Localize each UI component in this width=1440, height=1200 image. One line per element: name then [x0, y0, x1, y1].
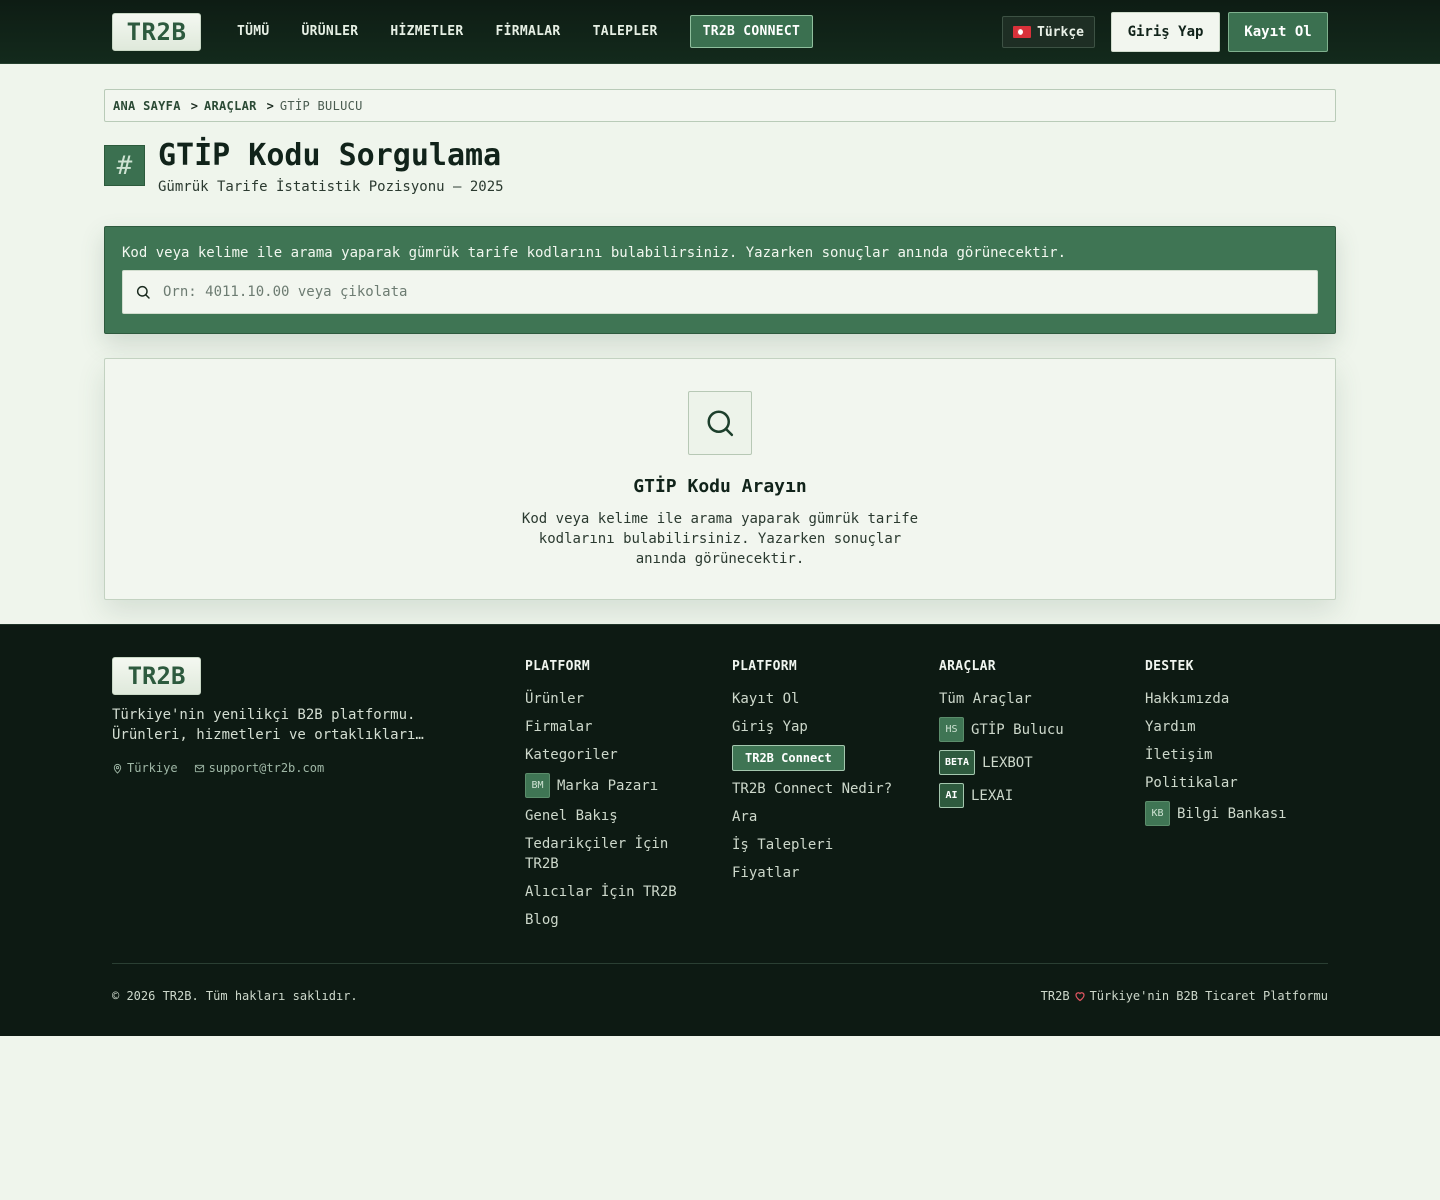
top-header: TR2B TÜMÜ ÜRÜNLER HİZMETLER FİRMALAR TAL…: [0, 0, 1440, 64]
footer-link-brand-market[interactable]: BM Marka Pazarı: [525, 773, 705, 798]
login-button[interactable]: Giriş Yap: [1111, 12, 1220, 52]
footer-link-about[interactable]: Hakkımızda: [1145, 689, 1328, 709]
footer-location: Türkiye: [112, 761, 178, 775]
tagline-text: Türkiye'nin B2B Ticaret Platformu: [1089, 989, 1328, 1003]
footer-link-connect[interactable]: TR2B Connect: [732, 745, 922, 771]
breadcrumb-current: GTİP BULUCU: [279, 98, 363, 113]
hash-icon: #: [104, 145, 145, 186]
main-nav: TÜMÜ ÜRÜNLER HİZMETLER FİRMALAR TALEPLER…: [237, 15, 814, 48]
search-panel: Kod veya kelime ile arama yaparak gümrük…: [104, 226, 1336, 334]
footer-col-platform: PLATFORM Ürünler Firmalar Kategoriler BM…: [525, 659, 705, 938]
footer-link-help[interactable]: Yardım: [1145, 717, 1328, 737]
footer-col-heading: PLATFORM: [525, 659, 591, 674]
language-label: Türkçe: [1037, 24, 1084, 40]
footer-col-support: DESTEK Hakkımızda Yardım İletişim Politi…: [1145, 659, 1328, 834]
language-selector[interactable]: Türkçe: [1002, 16, 1095, 48]
tagline-brand: TR2B: [1040, 989, 1070, 1003]
search-box[interactable]: [122, 270, 1318, 314]
breadcrumb-home[interactable]: ANA SAYFA: [113, 99, 181, 113]
footer-link-gtip[interactable]: HS GTİP Bulucu: [939, 717, 1129, 742]
mail-icon: [194, 764, 204, 772]
empty-state-title: GTİP Kodu Arayın: [633, 476, 807, 497]
page-title-block: # GTİP Kodu Sorgulama Gümrük Tarife İsta…: [104, 138, 504, 195]
nav-item-requests[interactable]: TALEPLER: [593, 24, 658, 39]
footer-link-label: LEXAI: [971, 787, 1014, 804]
search-input[interactable]: [163, 284, 1263, 300]
footer-link-all-tools[interactable]: Tüm Araçlar: [939, 689, 1129, 709]
search-icon: [136, 285, 150, 299]
heart-icon: [1074, 992, 1085, 1002]
footer-link-companies[interactable]: Firmalar: [525, 717, 705, 737]
footer-link-register[interactable]: Kayıt Ol: [732, 689, 922, 709]
footer-link-job-requests[interactable]: İş Talepleri: [732, 835, 922, 855]
nav-item-services[interactable]: HİZMETLER: [390, 24, 463, 39]
breadcrumb-tools[interactable]: ARAÇLAR: [204, 99, 257, 113]
footer-col-heading: DESTEK: [1145, 659, 1194, 674]
empty-state-description: Kod veya kelime ile arama yaparak gümrük…: [521, 511, 919, 567]
header-actions: Türkçe Giriş Yap Kayıt Ol: [1002, 12, 1328, 52]
location-pin-icon: [113, 763, 122, 774]
footer-link-lexbot[interactable]: BETA LEXBOT: [939, 750, 1129, 775]
footer-link-contact[interactable]: İletişim: [1145, 745, 1328, 765]
turkey-flag-icon: [1013, 26, 1032, 38]
footer-about: Türkiye'nin yenilikçi B2B platformu. Ürü…: [112, 705, 442, 745]
connect-pill: TR2B Connect: [732, 745, 845, 771]
search-hint: Kod veya kelime ile arama yaparak gümrük…: [122, 245, 1067, 261]
footer-tagline: TR2B Türkiye'nin B2B Ticaret Platformu: [1041, 989, 1328, 1003]
page-title: GTİP Kodu Sorgulama: [158, 138, 502, 173]
copyright: © 2026 TR2B. Tüm hakları saklıdır.: [112, 989, 358, 1003]
footer-link-label: Marka Pazarı: [557, 777, 659, 794]
footer-email-label: support@tr2b.com: [208, 761, 325, 775]
footer-link-label: LEXBOT: [982, 754, 1033, 771]
breadcrumb: ANA SAYFA > ARAÇLAR > GTİP BULUCU: [104, 89, 1336, 122]
footer-link-login[interactable]: Giriş Yap: [732, 717, 922, 737]
brand-market-badge: BM: [525, 773, 550, 798]
footer-link-lexai[interactable]: AI LEXAI: [939, 783, 1129, 808]
search-icon: [688, 391, 752, 455]
nav-item-products[interactable]: ÜRÜNLER: [302, 24, 359, 39]
page-subtitle: Gümrük Tarife İstatistik Pozisyonu — 202…: [158, 179, 504, 195]
breadcrumb-separator: >: [266, 98, 274, 113]
nav-item-all[interactable]: TÜMÜ: [237, 24, 270, 39]
footer-location-label: Türkiye: [127, 761, 178, 775]
footer-link-search[interactable]: Ara: [732, 807, 922, 827]
footer-link-policies[interactable]: Politikalar: [1145, 773, 1328, 793]
footer-link-connect-what[interactable]: TR2B Connect Nedir?: [732, 779, 922, 799]
footer-link-overview[interactable]: Genel Bakış: [525, 806, 705, 826]
footer-col-tools: ARAÇLAR Tüm Araçlar HS GTİP Bulucu BETA LE…: [939, 659, 1129, 816]
register-button[interactable]: Kayıt Ol: [1228, 12, 1328, 52]
nav-item-companies[interactable]: FİRMALAR: [496, 24, 561, 39]
footer-link-label: GTİP Bulucu: [971, 721, 1064, 738]
footer-col-heading: PLATFORM: [732, 659, 798, 674]
footer-link-products[interactable]: Ürünler: [525, 689, 705, 709]
footer-col-platform-2: PLATFORM Kayıt Ol Giriş Yap TR2B Connect…: [732, 659, 922, 891]
hs-badge: HS: [939, 717, 964, 742]
empty-state-card: GTİP Kodu Arayın Kod veya kelime ile ara…: [104, 358, 1336, 600]
footer-divider: [112, 963, 1328, 964]
kb-badge: KB: [1145, 801, 1170, 826]
footer-link-buyers[interactable]: Alıcılar İçin TR2B: [525, 882, 705, 902]
footer-contact: Türkiye support@tr2b.com: [112, 761, 324, 775]
footer-link-pricing[interactable]: Fiyatlar: [732, 863, 922, 883]
breadcrumb-separator: >: [190, 98, 198, 113]
footer-link-label: Bilgi Bankası: [1177, 805, 1287, 822]
footer-logo[interactable]: TR2B: [112, 657, 201, 695]
header-logo[interactable]: TR2B: [112, 12, 201, 51]
footer-about-line2: Ürünleri, hizmetleri ve ortaklıkları…: [112, 727, 424, 743]
footer-about-line1: Türkiye'nin yenilikçi B2B platformu.: [112, 707, 416, 723]
ai-badge: AI: [939, 783, 964, 808]
footer: TR2B Türkiye'nin yenilikçi B2B platformu…: [0, 624, 1440, 1036]
beta-badge: BETA: [939, 750, 976, 775]
footer-link-knowledge-base[interactable]: KB Bilgi Bankası: [1145, 801, 1328, 826]
footer-link-suppliers[interactable]: Tedarikçiler İçin TR2B: [525, 834, 705, 874]
footer-link-blog[interactable]: Blog: [525, 910, 705, 930]
footer-col-heading: ARAÇLAR: [939, 659, 996, 674]
footer-email[interactable]: support@tr2b.com: [194, 761, 325, 775]
nav-connect-button[interactable]: TR2B CONNECT: [689, 15, 814, 48]
footer-link-categories[interactable]: Kategoriler: [525, 745, 705, 765]
